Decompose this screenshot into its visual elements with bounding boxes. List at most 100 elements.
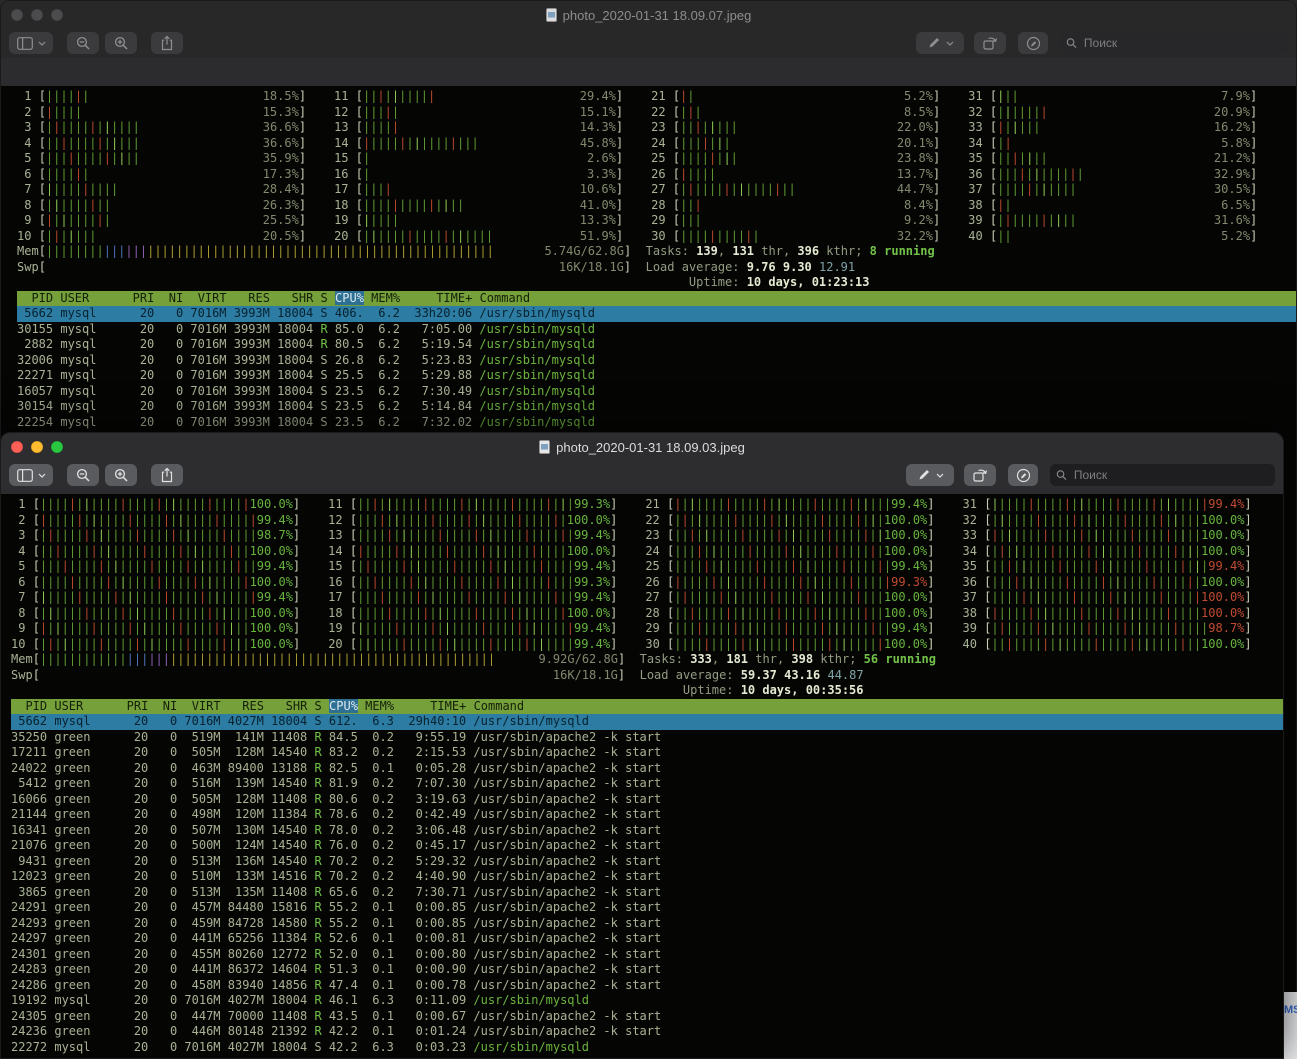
- cpu-meter: 40 [|| 5.2%]: [968, 229, 1257, 243]
- cpu-meter: 23 [|||||||| 22.0%]: [651, 120, 940, 134]
- window-title: photo_2020-01-31 18.09.03.jpeg: [539, 440, 745, 455]
- search-icon: [1056, 469, 1067, 481]
- rotate-button[interactable]: [974, 32, 1006, 54]
- zoom-out-button[interactable]: [67, 32, 99, 54]
- cpu-meter: 15 [| 2.6%]: [334, 151, 623, 165]
- cpu-meter: 13 [||||| 14.3%]: [334, 120, 623, 134]
- process-row: 16066 green 20 0 505M 128M 11408 R 80.6 …: [11, 792, 1283, 808]
- zoom-icon[interactable]: [51, 9, 63, 21]
- process-row: 30154 mysql 20 0 7016M 3993M 18004 S 23.…: [17, 399, 1296, 415]
- toolbar: [1, 29, 1296, 57]
- cpu-meter: 34 [|| 5.8%]: [968, 136, 1257, 150]
- cpu-meter-row: 10 [||||||| 20.5%] 20 [||||||||||||||||||…: [17, 229, 1296, 245]
- cpu-meter: 4 [|||||||||||||||||||||||||||||100.0%]: [11, 544, 300, 558]
- zoom-icon[interactable]: [51, 441, 63, 453]
- chevron-down-icon: [38, 41, 46, 46]
- uptime: Uptime: 10 days, 00:35:56: [683, 683, 864, 697]
- markup-toolbar-button[interactable]: [1018, 32, 1048, 54]
- close-icon[interactable]: [11, 441, 23, 453]
- cpu-meter: 11 [|||||||||| 29.4%]: [334, 89, 623, 103]
- markup-pencil-button[interactable]: [916, 32, 964, 54]
- zoom-out-icon: [76, 468, 91, 483]
- toolbar: [1, 461, 1283, 489]
- close-icon[interactable]: [11, 9, 23, 21]
- htop-screenshot-image: 1 [|||||||||||||||||||||||||||||100.0%] 1…: [1, 494, 1283, 1058]
- search-input[interactable]: [1072, 467, 1269, 483]
- search-field[interactable]: [1060, 32, 1288, 54]
- titlebar[interactable]: photo_2020-01-31 18.09.03.jpeg: [1, 433, 1283, 461]
- cpu-meter: 14 [|||||||||||||||| 45.8%]: [334, 136, 623, 150]
- uptime-row: Uptime: 10 days, 01:23:13: [17, 275, 1296, 291]
- cpu-meter: 26 [||||| 13.7%]: [651, 167, 940, 181]
- process-row: 22254 mysql 20 0 7016M 3993M 18004 S 23.…: [17, 415, 1296, 431]
- cpu-meter: 36 [|||||||||||||||||||||||||||||100.0%]: [962, 575, 1251, 589]
- cpu-meter: 19 [||||| 13.3%]: [334, 213, 623, 227]
- cpu-meter: 25 [||||||||||||||||||||||||||||||99.4%]: [645, 559, 934, 573]
- cpu-meter: 28 [||| 8.4%]: [651, 198, 940, 212]
- cpu-meter-row: 5 [||||||||||||||||||||||||||||||99.4%] 1…: [11, 559, 1283, 575]
- cpu-meter: 27 [|||||||||||||||| 44.7%]: [651, 182, 940, 196]
- jpeg-document-icon: [546, 8, 557, 22]
- markup-pencil-button[interactable]: [906, 464, 954, 486]
- cpu-meter: 37 [||||||||||| 30.5%]: [968, 182, 1257, 196]
- uptime: Uptime: 10 days, 01:23:13: [689, 275, 870, 289]
- share-button[interactable]: [151, 464, 183, 486]
- cpu-meter: 13 [||||||||||||||||||||||||||||||99.4%]: [328, 528, 617, 542]
- process-row: 2882 mysql 20 0 7016M 3993M 18004 R 80.5…: [17, 337, 1296, 353]
- minimize-icon[interactable]: [31, 441, 43, 453]
- cpu-meter-row: 9 [||||||||| 25.5%]19 [||||| 13.3%]29 [|…: [17, 213, 1296, 229]
- tasks-summary: Tasks: 333, 181 thr, 398 kthr; 56 runnin…: [640, 652, 936, 666]
- zoom-in-button[interactable]: [105, 32, 137, 54]
- share-button[interactable]: [151, 32, 183, 54]
- cpu-meter: 39 [||||||||||| 31.6%]: [968, 213, 1257, 227]
- zoom-out-button[interactable]: [67, 464, 99, 486]
- swap-meter-row: Swp[ 16K/18.1G] Load average: 59.37 43.1…: [11, 668, 1283, 684]
- cpu-meter: 29 [||||||||||||||||||||||||||||||99.4%]: [645, 621, 934, 635]
- process-row: 21144 green 20 0 498M 120M 11384 R 78.6 …: [11, 807, 1283, 823]
- minimize-icon[interactable]: [31, 9, 43, 21]
- background-window-sliver: MS: [1284, 992, 1297, 1059]
- cpu-meter-row: 6 [|||||||||||||||||||||||||||||100.0%]1…: [11, 575, 1283, 591]
- cpu-meter: 31 [||||||||||||||||||||||||||||||99.4%]: [963, 497, 1252, 511]
- share-icon: [160, 35, 174, 51]
- search-field[interactable]: [1050, 464, 1275, 486]
- cpu-meter: 5 [||||||||||||| 35.9%]: [17, 151, 306, 165]
- cpu-meter: 38 [|| 6.5%]: [968, 198, 1257, 212]
- cpu-meter: 2 [||||||||||||||||||||||||||||||99.4%]: [11, 513, 300, 527]
- cpu-meter: 2 [||||| 15.3%]: [17, 105, 306, 119]
- rotate-button[interactable]: [964, 464, 996, 486]
- cpu-meter: 19 [||||||||||||||||||||||||||||||99.4%]: [328, 621, 617, 635]
- image-viewport: 1 [|||||||||||||||||||||||||||||100.0%] 1…: [1, 490, 1283, 1058]
- zoom-in-button[interactable]: [105, 464, 137, 486]
- cpu-meter: 36 [|||||||||||| 32.9%]: [968, 167, 1257, 181]
- titlebar[interactable]: photo_2020-01-31 18.09.07.jpeg: [1, 1, 1296, 29]
- cpu-meter: 10 [||||||| 20.5%]: [17, 229, 306, 243]
- search-input[interactable]: [1082, 35, 1282, 51]
- zoom-in-icon: [114, 36, 129, 51]
- cpu-meter: 7 [||||||||||||||||||||||||||||||99.4%]: [11, 590, 300, 604]
- cpu-meter: 20 [|||||||||||||||||| 51.9%]: [334, 229, 623, 243]
- process-row: 30155 mysql 20 0 7016M 3993M 18004 R 85.…: [17, 322, 1296, 338]
- markup-toolbar-button[interactable]: [1008, 464, 1038, 486]
- cpu-meter: 12 [|||||||||||||||||||||||||||||100.0%]: [328, 513, 617, 527]
- sidebar-view-button[interactable]: [9, 32, 53, 54]
- process-row: 24236 green 20 0 446M 80148 21392 R 42.2…: [11, 1024, 1283, 1040]
- search-icon: [1066, 37, 1077, 49]
- chevron-down-icon: [946, 41, 954, 46]
- cpu-meter: 9 [|||||||||||||||||||||||||||||100.0%]: [11, 621, 300, 635]
- process-row: 22271 mysql 20 0 7016M 3993M 18004 S 25.…: [17, 368, 1296, 384]
- cpu-meter: 14 [|||||||||||||||||||||||||||||100.0%]: [328, 544, 617, 558]
- cpu-meter: 1 [|||||||||||||||||||||||||||||100.0%]: [11, 497, 300, 511]
- cpu-meter: 39 [||||||||||||||||||||||||||||||98.7%]: [962, 621, 1251, 635]
- tasks-summary: Tasks: 139, 131 thr, 396 kthr; 8 running: [646, 244, 935, 258]
- cpu-meter: 15 [||||||||||||||||||||||||||||||99.4%]: [328, 559, 617, 573]
- cpu-meter: 6 [|||||| 17.3%]: [17, 167, 306, 181]
- cpu-meter: 5 [||||||||||||||||||||||||||||||99.4%]: [11, 559, 300, 573]
- cpu-meter-row: 2 [||||| 15.3%]12 [||||| 15.1%]22 [||| 8…: [17, 105, 1296, 121]
- process-row: 24293 green 20 0 459M 84728 14580 R 55.2…: [11, 916, 1283, 932]
- cpu-meter: 17 [||||||||||||||||||||||||||||||99.4%]: [328, 590, 617, 604]
- cpu-meter-row: 4 [|||||||||||||||||||||||||||||100.0%] 1…: [11, 544, 1283, 560]
- process-row: 24286 green 20 0 458M 83940 14856 R 47.4…: [11, 978, 1283, 994]
- sidebar-view-button[interactable]: [9, 464, 53, 486]
- chevron-down-icon: [936, 473, 944, 478]
